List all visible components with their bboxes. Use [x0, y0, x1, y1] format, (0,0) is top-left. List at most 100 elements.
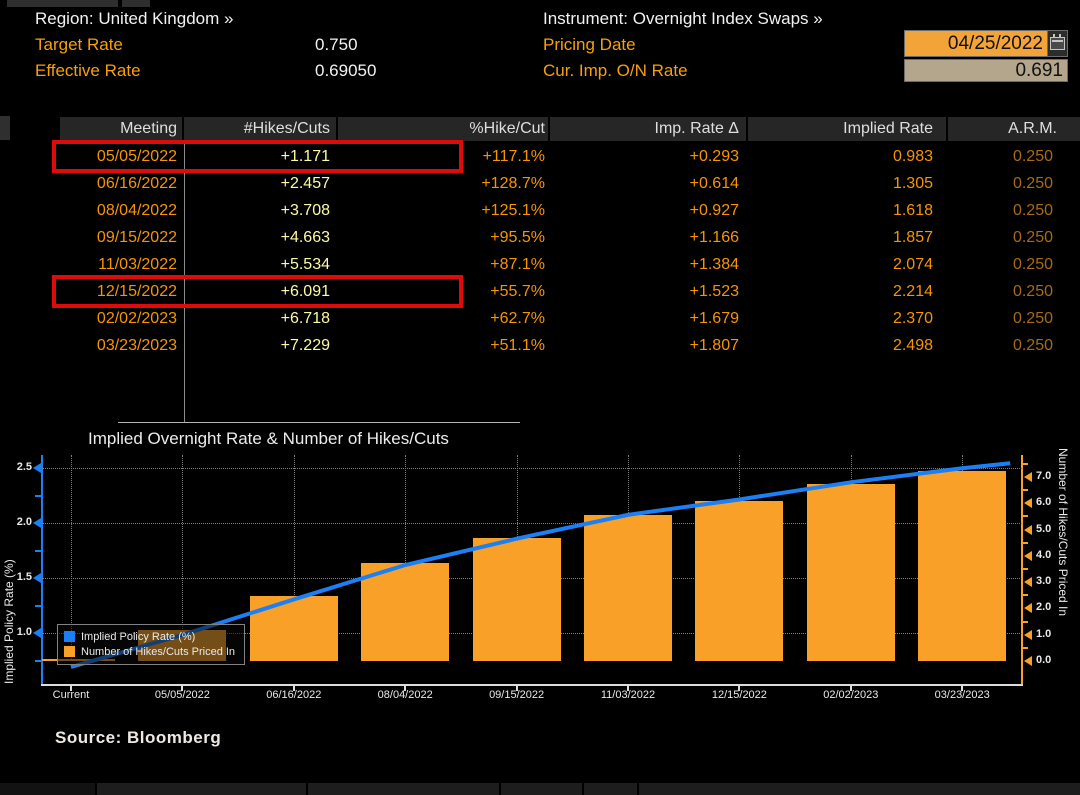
table-cell: +6.718: [182, 305, 336, 332]
right-tick-label: 5.0: [1036, 523, 1051, 535]
right-axis-tick: [1024, 498, 1032, 508]
table-cell: +1.679: [548, 305, 746, 332]
table-cell: +125.1%: [336, 197, 548, 224]
column-separator-line: [184, 140, 185, 422]
table-cell: +128.7%: [336, 170, 548, 197]
x-axis-label: 03/23/2023: [917, 689, 1007, 701]
table-cell: +0.614: [548, 170, 746, 197]
table-row[interactable]: 06/16/2022+2.457+128.7%+0.6141.3050.250: [0, 170, 1080, 197]
pricing-date-input[interactable]: [904, 30, 1048, 57]
table-cell: 0.983: [746, 143, 946, 170]
right-axis-tick: [1024, 603, 1032, 613]
table-cell: 1.305: [746, 170, 946, 197]
table-cell: 0.250: [946, 305, 1080, 332]
table-cell: 03/23/2023: [60, 332, 182, 359]
left-axis-tick: [33, 573, 41, 583]
table-cell: +55.7%: [336, 278, 548, 305]
x-axis-label: 12/15/2022: [694, 689, 784, 701]
table-cell: 2.370: [746, 305, 946, 332]
region-selector[interactable]: Region: United Kingdom »: [35, 9, 233, 29]
right-axis-minor-tick: [1023, 542, 1028, 544]
x-axis-tick: [516, 686, 518, 691]
table-cell: 2.214: [746, 278, 946, 305]
table-cell: +0.927: [548, 197, 746, 224]
taskbar-seam: [637, 783, 639, 795]
legend-label: Implied Policy Rate (%): [81, 631, 195, 643]
table-cell: 0.250: [946, 278, 1080, 305]
right-axis-minor-tick: [1023, 568, 1028, 570]
taskbar-seam: [95, 783, 97, 795]
table-cell: +1.166: [548, 224, 746, 251]
legend-item-implied-rate: Implied Policy Rate (%): [64, 629, 235, 644]
right-axis-tick: [1024, 472, 1032, 482]
x-axis-tick: [738, 686, 740, 691]
column-header: Implied Rate: [746, 117, 946, 141]
table-row[interactable]: 08/04/2022+3.708+125.1%+0.9271.6180.250: [0, 197, 1080, 224]
table-cell: +1.523: [548, 278, 746, 305]
left-axis-tick: [33, 628, 41, 638]
chart-legend: Implied Policy Rate (%) Number of Hikes/…: [57, 624, 245, 665]
legend-swatch-orange: [64, 646, 75, 657]
right-axis-minor-tick: [1023, 621, 1028, 623]
column-header: Imp. Rate Δ: [548, 117, 746, 141]
right-axis-minor-tick: [1023, 515, 1028, 517]
table-cell: +4.663: [182, 224, 336, 251]
table-cell: 1.618: [746, 197, 946, 224]
table-cell: 2.498: [746, 332, 946, 359]
right-axis-minor-tick: [1023, 594, 1028, 596]
window-chrome-tab: [7, 0, 118, 7]
x-axis-tick: [293, 686, 295, 691]
cur-imp-rate-input[interactable]: [904, 59, 1068, 82]
table-row[interactable]: 11/03/2022+5.534+87.1%+1.3842.0740.250: [0, 251, 1080, 278]
table-cell: 09/15/2022: [60, 224, 182, 251]
table-cell: 08/04/2022: [60, 197, 182, 224]
table-row[interactable]: 12/15/2022+6.091+55.7%+1.5232.2140.250: [0, 278, 1080, 305]
table-cell: +0.293: [548, 143, 746, 170]
table-cell: +1.807: [548, 332, 746, 359]
table-row[interactable]: 05/05/2022+1.171+117.1%+0.2930.9830.250: [0, 143, 1080, 170]
calendar-button[interactable]: [1048, 30, 1068, 57]
column-header: #Hikes/Cuts: [182, 117, 336, 141]
left-axis-tick: [33, 518, 41, 528]
taskbar-seam: [306, 783, 308, 795]
right-tick-label: 6.0: [1036, 496, 1051, 508]
table-cell: +117.1%: [336, 143, 548, 170]
effective-rate-label: Effective Rate: [35, 61, 141, 81]
right-tick-label: 1.0: [1036, 628, 1051, 640]
source-attribution: Source: Bloomberg: [55, 728, 221, 748]
target-rate-label: Target Rate: [35, 35, 123, 55]
taskbar-strip: [0, 783, 1080, 795]
window-chrome-fragment: [122, 0, 150, 7]
pane-separator-line: [118, 422, 520, 423]
table-cell: 06/16/2022: [60, 170, 182, 197]
taskbar-segment: [0, 783, 95, 795]
table-cell: +62.7%: [336, 305, 548, 332]
legend-swatch-blue: [64, 631, 75, 642]
chart-title: Implied Overnight Rate & Number of Hikes…: [88, 429, 449, 449]
table-row[interactable]: 02/02/2023+6.718+62.7%+1.6792.3700.250: [0, 305, 1080, 332]
right-tick-label: 0.0: [1036, 654, 1051, 666]
right-axis-tick: [1024, 525, 1032, 535]
table-row[interactable]: 03/23/2023+7.229+51.1%+1.8072.4980.250: [0, 332, 1080, 359]
table-cell: +51.1%: [336, 332, 548, 359]
pricing-date-label: Pricing Date: [543, 35, 636, 55]
table-cell: +1.171: [182, 143, 336, 170]
right-axis-tick: [1024, 577, 1032, 587]
right-axis-label: Number of Hikes/Cuts Priced In: [1056, 448, 1070, 694]
table-row[interactable]: 09/15/2022+4.663+95.5%+1.1661.8570.250: [0, 224, 1080, 251]
x-axis-label: 02/02/2023: [806, 689, 896, 701]
legend-label: Number of Hikes/Cuts Priced In: [81, 646, 235, 658]
table-cell: 05/05/2022: [60, 143, 182, 170]
x-axis-tick: [850, 686, 852, 691]
taskbar-seam: [582, 783, 584, 795]
column-header: Meeting: [60, 117, 182, 141]
x-axis-label: 06/16/2022: [249, 689, 339, 701]
right-axis-minor-tick: [1023, 489, 1028, 491]
x-axis-tick: [181, 686, 183, 691]
right-axis-minor-tick: [1023, 463, 1028, 465]
effective-rate-value: 0.69050: [315, 61, 376, 81]
instrument-selector[interactable]: Instrument: Overnight Index Swaps »: [543, 9, 823, 29]
right-axis-tick: [1024, 630, 1032, 640]
right-axis-tick: [1024, 656, 1032, 666]
right-axis-tick: [1024, 551, 1032, 561]
